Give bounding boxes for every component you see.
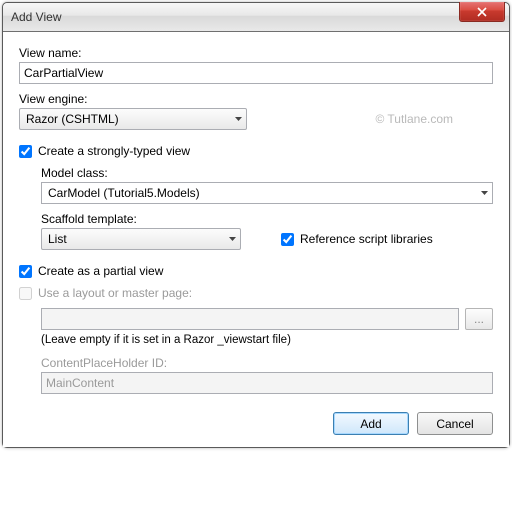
reference-scripts-label: Reference script libraries: [300, 232, 433, 246]
watermark-text: © Tutlane.com: [375, 112, 453, 126]
use-layout-checkbox: [19, 287, 32, 300]
view-name-label: View name:: [19, 46, 493, 60]
view-engine-label: View engine:: [19, 92, 493, 106]
model-class-value: CarModel (Tutorial5.Models): [48, 186, 200, 200]
strongly-typed-label: Create a strongly-typed view: [38, 144, 190, 158]
partial-view-label: Create as a partial view: [38, 264, 163, 278]
reference-scripts-checkbox[interactable]: [281, 233, 294, 246]
use-layout-row: Use a layout or master page:: [19, 286, 493, 300]
chevron-down-icon: [481, 191, 488, 195]
model-class-combo[interactable]: CarModel (Tutorial5.Models): [41, 182, 493, 204]
view-engine-value: Razor (CSHTML): [26, 112, 119, 126]
layout-path-input: [41, 308, 459, 330]
add-button[interactable]: Add: [333, 412, 409, 435]
model-class-label: Model class:: [41, 166, 493, 180]
close-button[interactable]: [459, 2, 505, 22]
strongly-typed-checkbox[interactable]: [19, 145, 32, 158]
content-placeholder-label: ContentPlaceHolder ID:: [41, 356, 493, 370]
view-engine-combo[interactable]: Razor (CSHTML): [19, 108, 247, 130]
chevron-down-icon: [235, 117, 242, 121]
layout-hint: (Leave empty if it is set in a Razor _vi…: [41, 334, 493, 346]
scaffold-value: List: [48, 232, 67, 246]
partial-view-checkbox[interactable]: [19, 265, 32, 278]
use-layout-label: Use a layout or master page:: [38, 286, 192, 300]
browse-button: ...: [465, 308, 493, 330]
dialog-window: Add View View name: View engine: Razor (…: [2, 2, 510, 448]
partial-view-row: Create as a partial view: [19, 264, 493, 278]
view-name-input[interactable]: [19, 62, 493, 84]
strongly-typed-row: Create a strongly-typed view: [19, 144, 493, 158]
button-bar: Add Cancel: [19, 412, 493, 435]
content-placeholder-input: [41, 372, 493, 394]
dialog-content: View name: View engine: Razor (CSHTML) ©…: [3, 32, 509, 447]
reference-scripts-row: Reference script libraries: [281, 232, 433, 246]
close-icon: [477, 7, 487, 17]
scaffold-combo[interactable]: List: [41, 228, 241, 250]
cancel-button[interactable]: Cancel: [417, 412, 493, 435]
window-title: Add View: [11, 10, 61, 24]
chevron-down-icon: [229, 237, 236, 241]
titlebar: Add View: [3, 3, 509, 32]
scaffold-label: Scaffold template:: [41, 212, 493, 226]
